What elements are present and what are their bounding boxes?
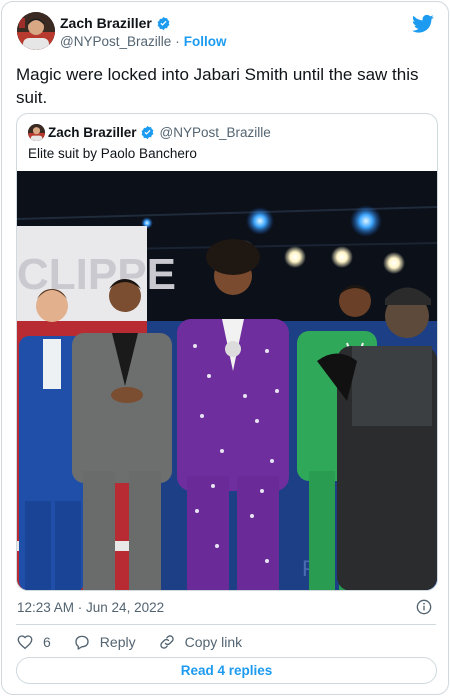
copy-link-button[interactable]: Copy link (158, 633, 243, 651)
separator-dot: · (175, 34, 180, 49)
read-replies-button[interactable]: Read 4 replies (16, 657, 437, 684)
follow-button[interactable]: Follow (184, 34, 227, 49)
quoted-tweet[interactable]: Zach Braziller @NYPost_Brazille Elite su… (16, 113, 438, 591)
tweet-card: Zach Braziller @NYPost_Brazille · Follow… (1, 1, 449, 695)
tweet-timestamp[interactable]: 12:23 AM · Jun 24, 2022 (17, 600, 164, 615)
reply-label: Reply (99, 634, 136, 650)
link-icon (159, 635, 174, 649)
quoted-author-avatar[interactable] (28, 124, 45, 141)
like-count: 6 (43, 634, 51, 650)
like-button[interactable]: 6 (16, 633, 51, 651)
divider (16, 624, 436, 625)
heart-icon (17, 635, 33, 650)
author-handle-line: @NYPost_Brazille · Follow (60, 34, 227, 49)
quoted-tweet-text: Elite suit by Paolo Banchero (28, 146, 197, 161)
quoted-author-name: Zach Braziller (48, 125, 137, 140)
verified-badge-icon (140, 125, 155, 140)
tweet-text: Magic were locked into Jabari Smith unti… (16, 65, 419, 107)
info-icon[interactable] (416, 599, 432, 615)
action-bar: 6 Reply Copy link (16, 632, 242, 652)
twitter-bird-icon[interactable] (412, 14, 434, 34)
reply-bubble-icon (75, 635, 89, 650)
verified-badge-icon (156, 16, 171, 31)
quoted-name-line: Zach Braziller @NYPost_Brazille (48, 125, 271, 140)
reply-button[interactable]: Reply (73, 633, 136, 651)
quoted-photo[interactable]: CLIPPE Pr (17, 171, 437, 591)
copy-link-label: Copy link (184, 634, 243, 650)
author-name[interactable]: Zach Braziller (60, 15, 152, 31)
author-handle[interactable]: @NYPost_Brazille (60, 34, 171, 49)
photo-sign-text: CLIPPE (17, 250, 176, 299)
author-name-line: Zach Braziller (60, 15, 171, 31)
author-avatar[interactable] (17, 12, 55, 50)
quoted-author-handle: @NYPost_Brazille (159, 125, 271, 140)
